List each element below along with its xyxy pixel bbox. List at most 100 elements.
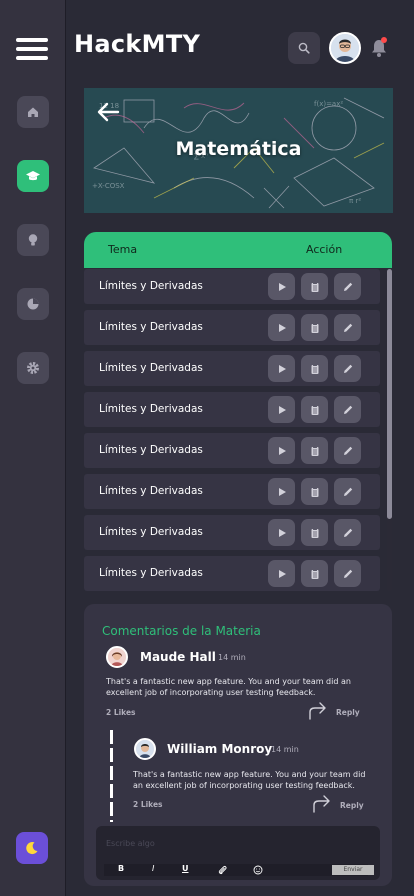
play-button[interactable] <box>268 273 295 300</box>
comment-text: That's a fantastic new app feature. You … <box>133 770 366 779</box>
search-icon <box>298 42 310 54</box>
comment-text: excellent job of incorporating user test… <box>106 688 316 697</box>
graduation-cap-icon[interactable] <box>17 160 49 192</box>
play-button[interactable] <box>268 519 295 546</box>
play-button[interactable] <box>268 437 295 464</box>
scrollbar[interactable] <box>387 269 392 592</box>
comment-author: Maude Hall <box>140 650 216 664</box>
clipboard-button[interactable] <box>301 273 328 300</box>
subject-banner: +X-COSX ∑ xⁿ f(x)=ax² π r² 12 18 Matemát… <box>84 88 393 213</box>
comment-author: William Monroy <box>167 742 273 756</box>
pie-chart-icon[interactable] <box>17 288 49 320</box>
comment-text: That's a fantastic new app feature. You … <box>106 677 351 686</box>
clipboard-icon <box>311 322 318 333</box>
lightbulb-icon[interactable] <box>17 224 49 256</box>
page-title: Matemática <box>175 138 302 160</box>
edit-button[interactable] <box>334 273 361 300</box>
clipboard-icon <box>311 404 318 415</box>
play-icon <box>278 405 286 414</box>
table-header: Tema Acción <box>84 232 392 268</box>
avatar <box>134 738 156 760</box>
row-topic: Límites y Derivadas <box>99 444 203 456</box>
column-header-topic: Tema <box>108 243 138 256</box>
like-count[interactable]: 2 Likes <box>133 800 163 809</box>
table-row: Límites y Derivadas <box>84 433 380 468</box>
comments-panel: Comentarios de la Materia Maude Hall 14 … <box>84 604 392 886</box>
edit-button[interactable] <box>334 437 361 464</box>
clipboard-icon <box>311 486 318 497</box>
play-icon <box>278 528 286 537</box>
clipboard-icon <box>311 568 318 579</box>
play-button[interactable] <box>268 560 295 587</box>
search-button[interactable] <box>288 32 320 64</box>
send-button[interactable]: Enviar <box>332 865 374 875</box>
underline-button[interactable]: U <box>182 864 189 873</box>
emoji-icon[interactable] <box>253 865 263 875</box>
italic-button[interactable]: I <box>152 864 154 873</box>
comment-time: 14 min <box>218 653 246 662</box>
clipboard-icon <box>311 363 318 374</box>
dark-mode-toggle[interactable] <box>16 832 48 864</box>
like-count[interactable]: 2 Likes <box>106 708 136 717</box>
row-topic: Límites y Derivadas <box>99 403 203 415</box>
scrollbar-thumb[interactable] <box>387 269 392 519</box>
svg-text:f(x)=ax²: f(x)=ax² <box>314 100 343 108</box>
back-arrow-icon[interactable] <box>96 102 120 122</box>
clipboard-icon <box>311 281 318 292</box>
pencil-icon <box>343 323 352 332</box>
clipboard-button[interactable] <box>301 314 328 341</box>
play-icon <box>278 364 286 373</box>
clipboard-button[interactable] <box>301 478 328 505</box>
gear-icon[interactable] <box>17 352 49 384</box>
play-icon <box>278 569 286 578</box>
reply-icon[interactable] <box>308 702 328 720</box>
play-button[interactable] <box>268 355 295 382</box>
play-icon <box>278 487 286 496</box>
edit-button[interactable] <box>334 355 361 382</box>
reply-button[interactable]: Reply <box>340 801 364 810</box>
reply-icon[interactable] <box>312 795 332 813</box>
play-button[interactable] <box>268 396 295 423</box>
table-row: Límites y Derivadas <box>84 556 380 591</box>
comment-input[interactable] <box>106 834 366 852</box>
table-rows[interactable]: Límites y Derivadas Límites y Derivadas … <box>84 269 384 592</box>
thread-line <box>110 730 113 822</box>
row-topic: Límites y Derivadas <box>99 321 203 333</box>
edit-button[interactable] <box>334 519 361 546</box>
edit-button[interactable] <box>334 396 361 423</box>
clipboard-button[interactable] <box>301 396 328 423</box>
clipboard-button[interactable] <box>301 437 328 464</box>
play-button[interactable] <box>268 478 295 505</box>
comment-time: 14 min <box>271 745 299 754</box>
clipboard-icon <box>311 445 318 456</box>
play-icon <box>278 446 286 455</box>
column-header-action: Acción <box>306 243 343 256</box>
play-icon <box>278 323 286 332</box>
play-icon <box>278 282 286 291</box>
attach-icon[interactable] <box>218 865 227 875</box>
table-row: Límites y Derivadas <box>84 392 380 427</box>
comments-title: Comentarios de la Materia <box>102 624 261 638</box>
pencil-icon <box>343 364 352 373</box>
menu-icon[interactable] <box>16 38 48 60</box>
table-row: Límites y Derivadas <box>84 310 380 345</box>
table-row: Límites y Derivadas <box>84 474 380 509</box>
play-button[interactable] <box>268 314 295 341</box>
pencil-icon <box>343 405 352 414</box>
reply-button[interactable]: Reply <box>336 708 360 717</box>
edit-button[interactable] <box>334 478 361 505</box>
table-row: Límites y Derivadas <box>84 515 380 550</box>
topics-table: Tema Acción Límites y Derivadas Límites … <box>84 232 392 594</box>
avatar[interactable] <box>329 32 361 64</box>
home-icon[interactable] <box>17 96 49 128</box>
svg-text:+X-COSX: +X-COSX <box>92 182 125 190</box>
edit-button[interactable] <box>334 560 361 587</box>
bold-button[interactable]: B <box>118 864 124 873</box>
clipboard-button[interactable] <box>301 355 328 382</box>
svg-text:π r²: π r² <box>349 197 361 205</box>
sidebar <box>0 0 66 896</box>
clipboard-button[interactable] <box>301 560 328 587</box>
clipboard-button[interactable] <box>301 519 328 546</box>
edit-button[interactable] <box>334 314 361 341</box>
table-row: Límites y Derivadas <box>84 269 380 304</box>
